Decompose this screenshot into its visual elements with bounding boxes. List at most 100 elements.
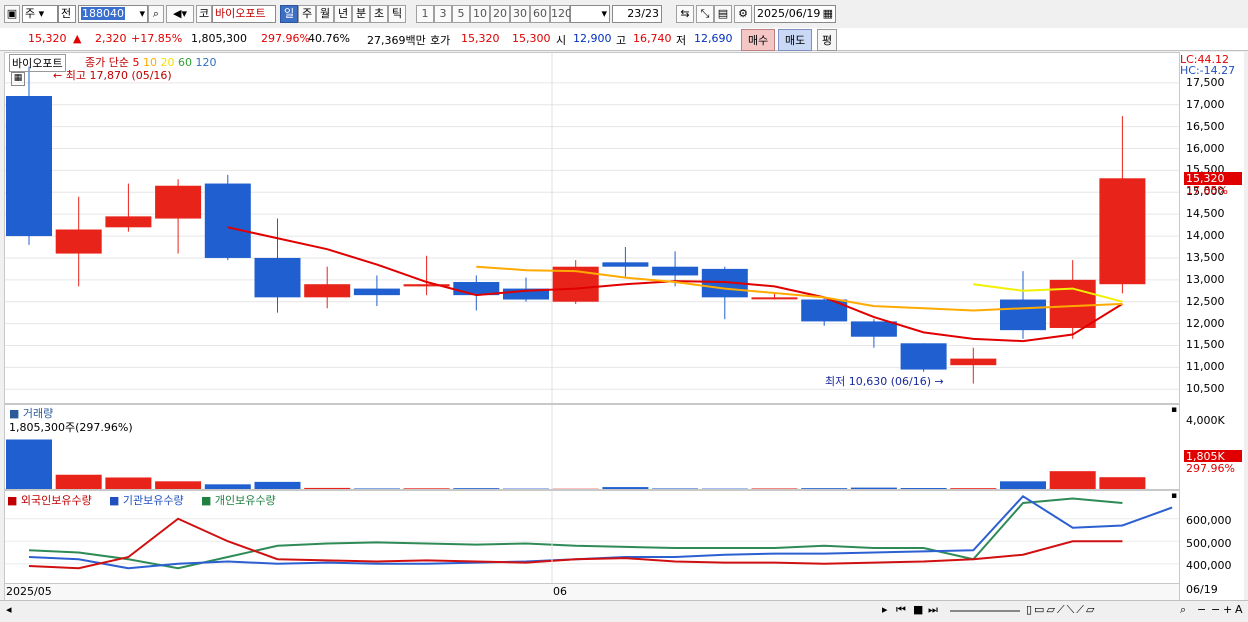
ma-120: 120 (195, 56, 216, 69)
institution-series-label: ■ 기관보유수량 (109, 492, 184, 508)
individual-series-label: ■ 개인보유수량 (201, 492, 276, 508)
price-tag-pct: 17.85% (1186, 184, 1228, 197)
volume-bar (304, 488, 350, 489)
price-change-pct: +17.85% (131, 32, 182, 45)
y-tick: 14,000 (1186, 229, 1225, 242)
ma-60: 60 (178, 56, 192, 69)
buy-button[interactable]: 매수 (741, 29, 775, 51)
volume-ratio: 297.96% (261, 32, 310, 45)
holdings-tick-400k: 400,000 (1186, 559, 1232, 572)
y-tick: 11,000 (1186, 360, 1225, 373)
count-value: 23 (627, 7, 641, 20)
low-price: 12,690 (694, 32, 733, 45)
high-price: 16,740 (633, 32, 672, 45)
zoom-slider[interactable] (950, 610, 1020, 612)
volume-axis: 4,000K 1,805K 297.96% (1180, 404, 1244, 490)
y-tick: 16,000 (1186, 142, 1225, 155)
name-button[interactable]: 코 (196, 5, 212, 23)
text-size-icon[interactable]: A (1235, 603, 1243, 616)
date-field[interactable]: 2025/06/19▦ (754, 5, 836, 23)
flat-button[interactable]: 평 (817, 29, 837, 51)
volume-bar (801, 488, 847, 489)
layout-icon[interactable]: ▣ (4, 5, 20, 23)
calculator-icon[interactable]: ▦ (11, 72, 25, 86)
interval-2[interactable]: 5 (452, 5, 470, 23)
interval-1[interactable]: 3 (434, 5, 452, 23)
candle-body (6, 96, 52, 236)
search-icon[interactable]: ⌕ (1180, 603, 1186, 617)
open-price: 12,900 (573, 32, 612, 45)
turnover: 40.76% (308, 32, 350, 45)
zoom-icon[interactable]: ⤡ (696, 5, 714, 23)
volume-plot (5, 405, 1179, 489)
ma20-line (973, 284, 1122, 302)
period-2[interactable]: 월 (316, 5, 334, 23)
volume-bar (6, 439, 52, 489)
market-select[interactable]: 주 ▾ (22, 5, 58, 23)
volume-bar (652, 488, 698, 489)
period-3[interactable]: 년 (334, 5, 352, 23)
chevron-down-icon[interactable]: ▾ (139, 6, 145, 22)
scroll-right-icon[interactable]: ▸ (882, 603, 888, 616)
time-axis-start: 2025/05 (6, 585, 52, 598)
volume-bar (56, 475, 102, 489)
drawing-tools-icon[interactable]: ▯▭▱⟋⟍⟋▱ (1026, 603, 1096, 617)
candle-body (255, 258, 301, 297)
foreign-line (29, 519, 1122, 569)
period-6[interactable]: 틱 (388, 5, 406, 23)
price-chart[interactable]: 바이오포트 종가 단순 5 10 20 60 120 ▦ ← 최고 17,870… (4, 52, 1180, 404)
volume-chart[interactable]: ■ 거래량 1,805,300주(297.96%) ▪ (4, 404, 1180, 490)
close-icon[interactable]: ▪ (1171, 491, 1177, 501)
interval-3[interactable]: 10 (470, 5, 490, 23)
search-icon[interactable]: ⌕ (148, 5, 164, 23)
quote-label: 호가 (430, 32, 450, 48)
stop-icon[interactable]: ■ (913, 603, 923, 616)
date-value: 2025/06/19 (757, 7, 820, 20)
candle-body (1000, 300, 1046, 331)
y-tick: 17,000 (1186, 98, 1225, 111)
interval-5[interactable]: 30 (510, 5, 530, 23)
minus-icon[interactable]: − (1211, 603, 1220, 616)
scroll-left-icon[interactable]: ◂ (6, 603, 12, 616)
y-tick: 17,500 (1186, 76, 1225, 89)
all-button[interactable]: 전 (58, 5, 76, 23)
price-change: 2,320 (95, 32, 127, 45)
interval-4[interactable]: 20 (490, 5, 510, 23)
sell-button[interactable]: 매도 (778, 29, 812, 51)
code-input[interactable]: 188040▾ (78, 5, 148, 23)
volume-note: 1,805,300주(297.96%) (9, 419, 133, 435)
individual-line (29, 499, 1122, 569)
low-label: 저 (676, 32, 686, 48)
candle-body (652, 267, 698, 276)
interval-0[interactable]: 1 (416, 5, 434, 23)
volume-bar (901, 488, 947, 489)
period-4[interactable]: 분 (352, 5, 370, 23)
low-note-text: 최저 10,630 (06/16) (825, 375, 931, 388)
holdings-tick-600k: 600,000 (1186, 514, 1232, 527)
interval-6[interactable]: 60 (530, 5, 550, 23)
candle-body (304, 284, 350, 297)
minus-icon[interactable]: − (1197, 603, 1206, 616)
speaker-icon[interactable]: ◀▾ (166, 5, 194, 23)
foreign-series-label: ■ 외국인보유수량 (7, 492, 92, 508)
candle-body (851, 321, 897, 336)
gear-icon[interactable]: ⚙ (734, 5, 752, 23)
volume-bar (105, 477, 151, 489)
period-1[interactable]: 주 (298, 5, 316, 23)
up-arrow-icon: ▲ (73, 32, 81, 45)
amount: 27,369백만 (367, 32, 426, 48)
forward-icon[interactable]: ⏭ (928, 603, 938, 617)
scroll-bar[interactable]: ◂ ▸ ⏮ ■ ⏭ ▯▭▱⟋⟍⟋▱ ⌕ − − + A (0, 600, 1248, 622)
count-field[interactable]: 23/23 (612, 5, 662, 23)
plus-icon[interactable]: + (1223, 603, 1232, 616)
interval-select[interactable]: ▾ (570, 5, 610, 23)
interval-7[interactable]: 120 (550, 5, 570, 23)
period-5[interactable]: 초 (370, 5, 388, 23)
link-icon[interactable]: ⇆ (676, 5, 694, 23)
period-0[interactable]: 일 (280, 5, 298, 23)
save-icon[interactable]: ▤ (714, 5, 732, 23)
close-icon[interactable]: ▪ (1171, 405, 1177, 415)
holdings-chart[interactable]: ■ 외국인보유수량 ■ 기관보유수량 ■ 개인보유수량 ▪ 2025/05 06 (4, 490, 1180, 600)
calendar-icon[interactable]: ▦ (823, 6, 833, 22)
rewind-icon[interactable]: ⏮ (896, 603, 906, 617)
